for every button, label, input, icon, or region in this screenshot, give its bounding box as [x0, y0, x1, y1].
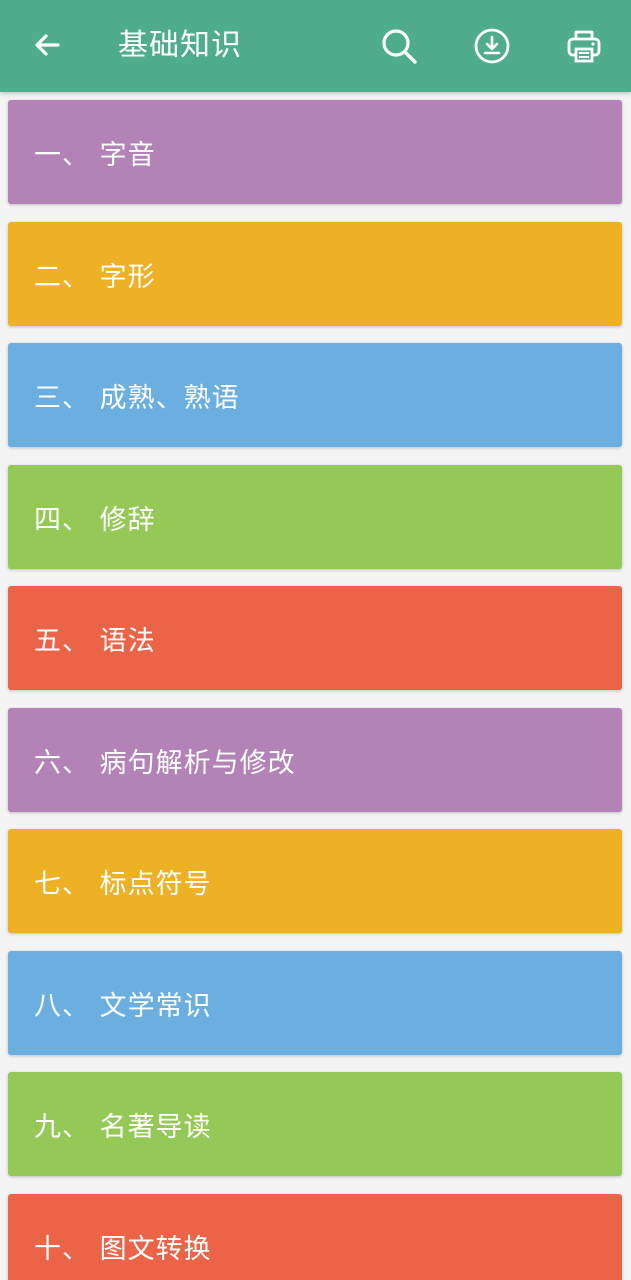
print-icon	[567, 30, 601, 63]
list-item[interactable]: 一、 字音	[8, 100, 622, 204]
list-item-label: 七、 标点符号	[34, 868, 212, 900]
topic-list: 一、 字音二、 字形三、 成熟、熟语 四、 修辞五、 语法六、 病句解析与修改 七、…	[0, 92, 631, 1280]
back-button[interactable]	[26, 24, 68, 66]
app-bar: 基础知识	[0, 0, 631, 92]
list-item-label: 二、 字形	[34, 261, 156, 293]
list-item[interactable]: 五、 语法	[8, 586, 622, 690]
list-item-label: 三、 成熟、熟语	[34, 382, 240, 414]
list-item-label: 五、 语法	[34, 625, 156, 657]
list-item[interactable]: 七、 标点符号	[8, 829, 622, 933]
list-item[interactable]: 九、 名著导读	[8, 1072, 622, 1176]
back-arrow-icon	[35, 34, 60, 56]
list-item-label: 九、 名著导读	[34, 1111, 212, 1143]
list-item[interactable]: 十、 图文转换	[8, 1194, 622, 1280]
download-button[interactable]	[470, 24, 514, 68]
list-item-label: 十、 图文转换	[34, 1233, 212, 1265]
search-button[interactable]	[377, 24, 421, 68]
print-button[interactable]	[562, 24, 606, 68]
list-item[interactable]: 六、 病句解析与修改	[8, 708, 622, 812]
list-item-label: 一、 字音	[34, 139, 156, 171]
list-item[interactable]: 二、 字形	[8, 222, 622, 326]
list-item[interactable]: 三、 成熟、熟语	[8, 343, 622, 447]
list-item[interactable]: 四、 修辞	[8, 465, 622, 569]
list-item-label: 六、 病句解析与修改	[34, 747, 296, 779]
download-icon	[474, 28, 510, 64]
list-item-label: 八、 文学常识	[34, 990, 212, 1022]
page-title: 基础知识	[118, 28, 242, 63]
list-item[interactable]: 八、 文学常识	[8, 951, 622, 1055]
list-item-label: 四、 修辞	[34, 504, 156, 536]
search-icon	[382, 29, 417, 64]
